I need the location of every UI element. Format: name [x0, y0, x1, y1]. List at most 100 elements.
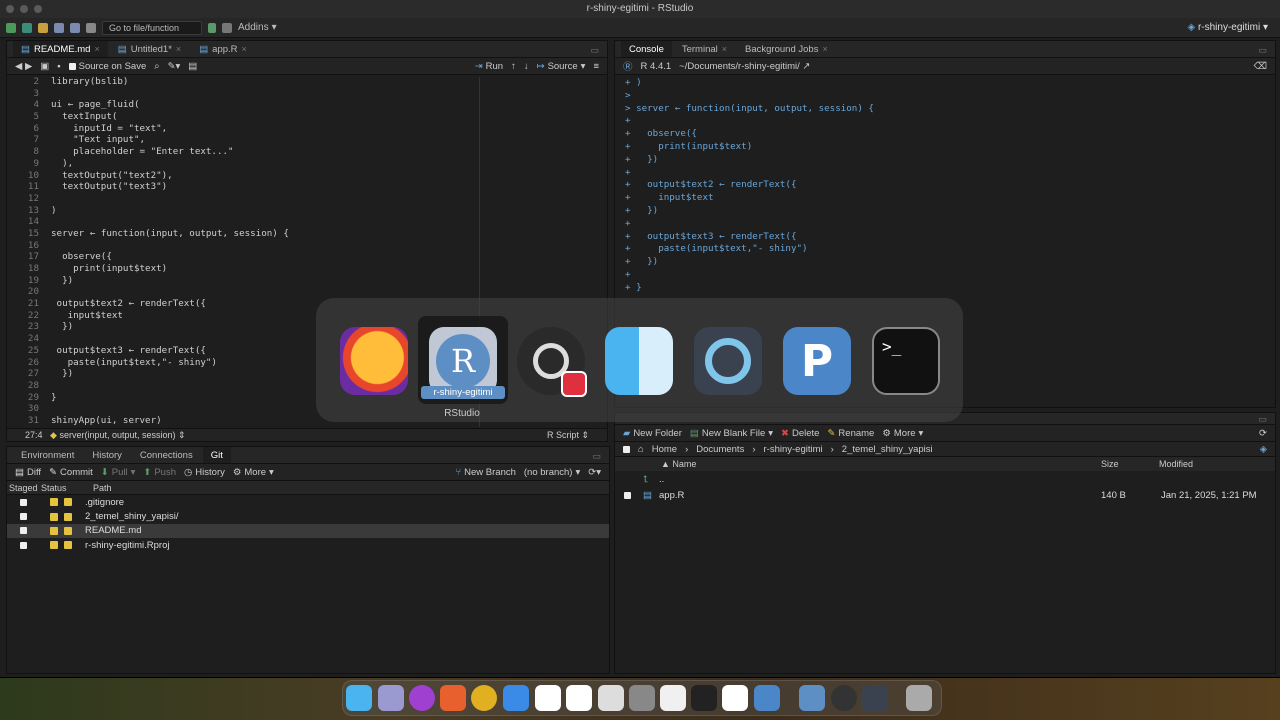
find-icon[interactable]: ⌕ [154, 61, 159, 72]
breadcrumb-documents[interactable]: Documents [696, 444, 744, 455]
code-line[interactable]: 19 }) [7, 275, 607, 287]
tab-terminal[interactable]: Terminal × [674, 41, 735, 57]
rerun-icon[interactable]: ↑ [511, 61, 516, 72]
window-manager-icon[interactable] [598, 685, 624, 711]
code-line[interactable]: 5 textInput( [7, 111, 607, 123]
git-file-row[interactable]: README.md [7, 523, 609, 539]
code-line[interactable]: 8 placeholder = "Enter text..." [7, 146, 607, 158]
finder-icon[interactable] [346, 685, 372, 711]
checkbox-icon[interactable] [68, 62, 76, 70]
source-on-save-checkbox[interactable]: Source on Save [68, 61, 146, 72]
status-header[interactable]: Status [41, 483, 93, 493]
mail-icon[interactable] [503, 685, 529, 711]
code-line[interactable]: 4 ui ← page_fluid( [7, 99, 607, 111]
delete-button[interactable]: ✖ Delete [781, 428, 819, 439]
terminal-icon[interactable] [691, 685, 717, 711]
finder-icon[interactable] [605, 327, 673, 395]
staged-checkbox[interactable] [20, 541, 27, 549]
code-line[interactable]: 14 [7, 216, 607, 228]
open-folder-icon[interactable] [38, 22, 48, 33]
code-line[interactable]: 3 [7, 88, 607, 100]
notion-icon[interactable] [535, 685, 561, 711]
tab-app-r[interactable]: ▤ app.R × [191, 41, 255, 57]
size-header[interactable]: Size [1101, 459, 1119, 469]
chatgpt-icon[interactable] [722, 685, 748, 711]
code-tools-icon[interactable]: ✎▾ [168, 61, 181, 72]
tab-console[interactable]: Console [621, 41, 672, 57]
code-line[interactable]: 6 inputId = "text", [7, 123, 607, 135]
close-window-icon[interactable] [6, 5, 14, 13]
code-line[interactable]: 10 textOutput("text2"), [7, 170, 607, 182]
select-all-checkbox[interactable] [623, 445, 630, 453]
code-line[interactable]: 16 [7, 240, 607, 252]
breadcrumb-project[interactable]: r-shiny-egitimi [764, 444, 823, 455]
firefox-icon[interactable] [440, 685, 466, 711]
code-line[interactable]: 2 library(bslib) [7, 76, 607, 88]
refresh-icon[interactable]: ⟳▾ [588, 467, 601, 478]
history-button[interactable]: ◷ History [184, 467, 225, 478]
settings-icon[interactable] [629, 685, 655, 711]
file-checkbox[interactable] [624, 491, 631, 499]
podcasts-icon[interactable] [409, 685, 435, 711]
save-icon[interactable] [54, 22, 64, 33]
launchpad-icon[interactable] [378, 685, 404, 711]
tab-readme[interactable]: ▤ README.md × [13, 41, 108, 57]
quicktime-icon[interactable] [694, 327, 762, 395]
positron-icon[interactable]: P [783, 327, 851, 395]
staged-checkbox[interactable] [20, 527, 27, 535]
tab-history[interactable]: History [84, 447, 130, 463]
zoom-window-icon[interactable] [34, 5, 42, 13]
layout-grid-icon[interactable] [222, 22, 232, 33]
compile-report-icon[interactable]: ▤ [188, 61, 197, 72]
vcs-icon[interactable] [208, 22, 216, 33]
code-line[interactable]: 17 observe({ [7, 251, 607, 263]
code-line[interactable]: 15 server ← function(input, output, sessi… [7, 228, 607, 240]
minimize-window-icon[interactable] [20, 5, 28, 13]
staged-checkbox[interactable] [20, 513, 27, 521]
save-all-icon[interactable] [70, 22, 80, 33]
maximize-pane-icon[interactable]: ▭ [590, 45, 599, 56]
breadcrumb-folder[interactable]: 2_temel_shiny_yapisi [842, 444, 933, 455]
rstudio-icon[interactable]: R [429, 327, 497, 395]
git-file-row[interactable]: 2_temel_shiny_yapisi/ [7, 509, 609, 523]
show-in-window-icon[interactable]: ▣ [40, 61, 49, 72]
new-file-icon[interactable] [6, 22, 16, 33]
tab-connections[interactable]: Connections [132, 447, 201, 463]
push-button[interactable]: ⬆ Push [143, 467, 176, 478]
quicktime-icon[interactable] [862, 685, 888, 711]
pull-button[interactable]: ⬇ Pull ▾ [101, 467, 136, 478]
code-line[interactable]: 11 textOutput("text3") [7, 181, 607, 193]
maximize-pane-icon[interactable]: ▭ [1258, 414, 1267, 425]
clear-console-icon[interactable]: ⌫ [1254, 61, 1267, 72]
rename-button[interactable]: ✎ Rename [827, 428, 874, 439]
close-tab-icon[interactable]: × [242, 44, 247, 54]
run-button[interactable]: ⇥ Run [475, 61, 503, 72]
staged-checkbox[interactable] [20, 498, 27, 506]
code-line[interactable]: 9 ), [7, 158, 607, 170]
new-branch-button[interactable]: ⑂ New Branch [455, 467, 515, 478]
code-line[interactable]: 13) [7, 205, 607, 217]
save-file-icon[interactable]: ▪ [57, 61, 60, 72]
breadcrumb-home[interactable]: Home [652, 444, 677, 455]
rstudio-icon[interactable] [799, 685, 825, 711]
print-icon[interactable] [86, 22, 96, 33]
name-header[interactable]: ▲ Name [661, 459, 696, 469]
git-file-row[interactable]: .gitignore [7, 495, 609, 509]
go-to-directory-icon[interactable]: ◈ [1260, 444, 1267, 455]
code-line[interactable]: 20 [7, 286, 607, 298]
git-file-row[interactable]: r-shiny-egitimi.Rproj [7, 538, 609, 552]
go-down-icon[interactable]: ↓ [524, 61, 529, 72]
branch-select[interactable]: (no branch) ▾ [524, 467, 580, 478]
file-row[interactable]: ▤ app.R 140 B Jan 21, 2025, 1:21 PM [615, 487, 1275, 503]
source-button[interactable]: ↦ Source ▾ [537, 61, 586, 72]
diff-button[interactable]: ▤ Diff [15, 467, 41, 478]
terminal-icon[interactable]: >_ [872, 327, 940, 395]
maximize-pane-icon[interactable]: ▭ [1258, 45, 1267, 56]
new-blank-file-button[interactable]: ▤ New Blank File ▾ [690, 428, 773, 439]
chrome-icon[interactable] [471, 685, 497, 711]
close-tab-icon[interactable]: × [822, 44, 827, 54]
obs-icon[interactable] [517, 327, 587, 397]
console-output[interactable]: + ) > > server ← function(input, output, s… [615, 75, 1275, 295]
back-icon[interactable]: ◀ ▶ [15, 61, 32, 72]
goto-file-input[interactable]: Go to file/function [102, 20, 202, 35]
